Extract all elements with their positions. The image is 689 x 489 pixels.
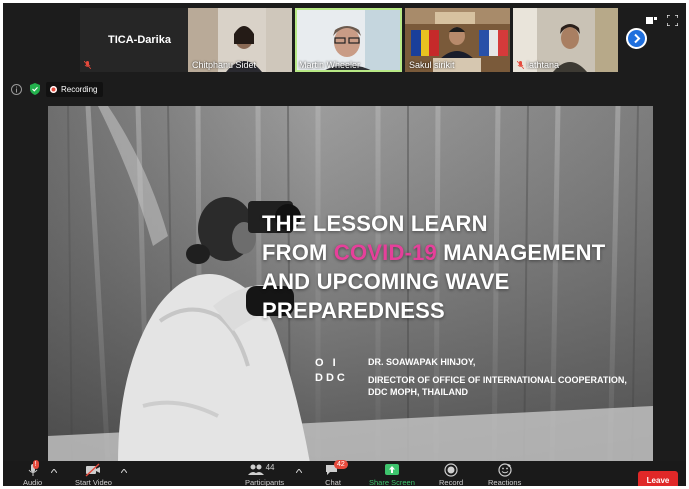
recording-indicator[interactable]: Recording [46,81,104,97]
participant-tile-lathtana[interactable]: lathtana [513,8,618,72]
reactions-button[interactable]: Reactions [488,463,521,486]
video-off-icon [86,463,101,477]
audio-button[interactable]: ! Audio [23,460,43,486]
mic-muted-icon [517,61,524,69]
share-screen-label: Share Screen [369,478,415,486]
title-line-2-post: MANAGEMENT [436,240,606,265]
participants-label: Participants [245,478,285,486]
chevron-up-icon[interactable] [296,469,302,473]
record-dot-icon [50,85,57,93]
title-line-3: AND UPCOMING WAVE [262,269,510,294]
record-icon [444,463,458,477]
speaker-view-icon[interactable] [646,13,657,24]
audio-label: Audio [23,478,43,486]
meeting-toolbar: ! Audio Start Video 44 Participants 42 C… [3,460,686,486]
share-screen-button[interactable]: Share Screen [369,463,415,486]
title-line-2-pre: FROM [262,240,334,265]
recording-label: Recording [61,84,98,94]
title-line-1: THE LESSON LEARN [262,211,488,236]
chat-button[interactable]: 42 Chat [325,460,348,486]
presenter-org: DDC MOPH, THAILAND [368,387,468,397]
shield-icon[interactable] [30,83,40,95]
info-icon[interactable] [11,83,22,95]
reactions-icon [498,463,512,477]
participant-name: Chitphanu Sidet [192,60,257,70]
title-line-4: PREPAREDNESS [262,298,445,323]
reactions-label: Reactions [488,478,522,486]
chevron-right-icon [634,33,641,44]
record-label: Record [439,478,464,486]
meeting-status-bar: Recording [3,79,686,99]
participants-count: 44 [265,463,275,472]
start-video-label: Start Video [75,478,112,486]
participant-tile-sakul[interactable]: Sakul sirikit [405,8,510,72]
presenter-info: DR. SOAWAPAK HINJOY, DIRECTOR OF OFFICE … [368,356,627,398]
mic-muted-icon [84,61,91,69]
participant-tile-tica-darika[interactable]: TICA-Darika [80,8,199,72]
view-controls [646,13,679,27]
start-video-button[interactable]: Start Video [75,463,112,486]
ddc-oic-logo: O I DDC [315,356,348,386]
participant-tile-chitphanu[interactable]: Chitphanu Sidet [188,8,292,72]
participant-name: Martin Wheeler [299,60,361,70]
share-screen-icon [384,464,399,475]
chevron-up-icon[interactable] [51,469,57,473]
participants-icon [247,464,264,475]
participant-strip: TICA-Darika Chitphanu Sidet Martin Wheel… [3,3,686,73]
record-button[interactable]: Record [439,463,463,486]
audio-alert-badge: ! [32,460,39,469]
fullscreen-icon[interactable] [666,13,679,27]
title-highlight: COVID-19 [333,240,437,265]
participant-tile-martin[interactable]: Martin Wheeler [295,8,402,72]
presenter-name: DR. SOAWAPAK HINJOY, [368,357,476,367]
slide-title: THE LESSON LEARN FROM COVID-19 MANAGEMEN… [262,209,605,325]
participant-name: TICA-Darika [108,34,171,46]
participants-button[interactable]: 44 Participants [245,463,284,486]
logo-top: O I [315,357,339,369]
chat-label: Chat [325,478,341,486]
next-participants-button[interactable] [626,28,647,49]
participant-name: lathtana [527,60,560,70]
participant-name: Sakul sirikit [409,60,455,70]
presenter-role: DIRECTOR OF OFFICE OF INTERNATIONAL COOP… [368,375,627,385]
shared-screen: THE LESSON LEARN FROM COVID-19 MANAGEMEN… [48,106,653,463]
logo-bottom: DDC [315,372,348,384]
zoom-window: TICA-Darika Chitphanu Sidet Martin Wheel… [3,3,686,486]
chevron-up-icon[interactable] [121,469,127,473]
chat-unread-badge: 42 [334,460,348,469]
leave-button[interactable]: Leave [638,471,678,486]
